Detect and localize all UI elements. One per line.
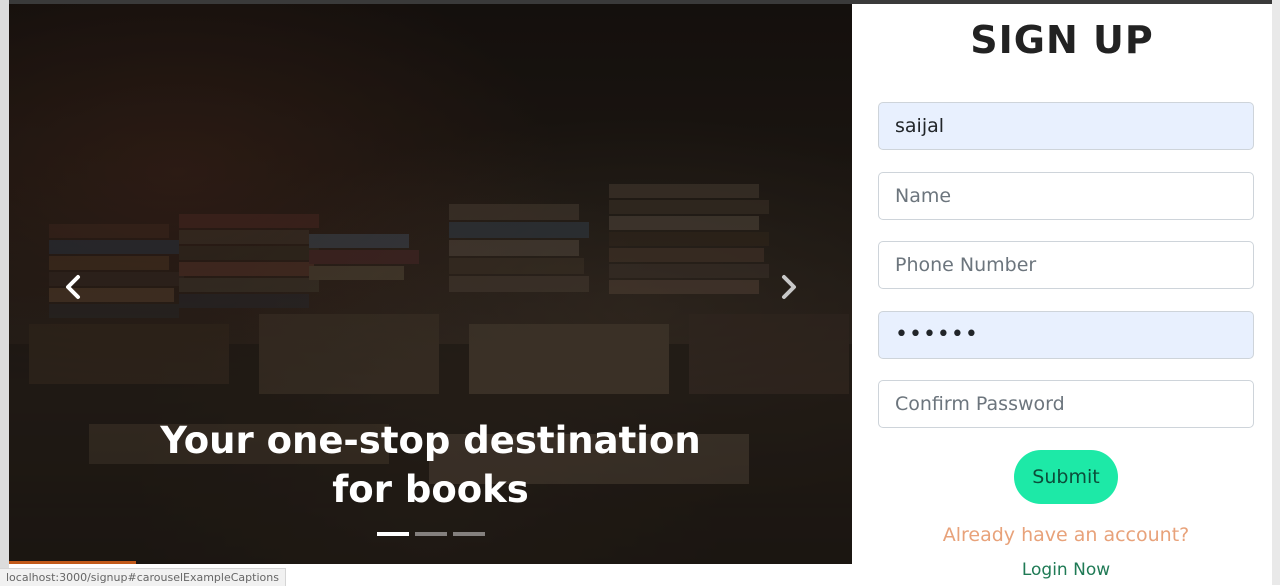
- submit-button[interactable]: Submit: [1014, 450, 1118, 504]
- carousel-indicators: [377, 532, 485, 536]
- confirm-password-field[interactable]: Confirm Password: [878, 380, 1254, 428]
- carousel-caption: Your one-stop destination for books: [160, 419, 701, 511]
- carousel-next-button[interactable]: [771, 269, 807, 305]
- carousel-prev-button[interactable]: [55, 269, 91, 305]
- phone-placeholder: Phone Number: [895, 254, 1037, 276]
- status-accent: [9, 561, 136, 564]
- login-now-link[interactable]: Login Now: [852, 560, 1280, 580]
- signup-title: SIGN UP: [970, 18, 1154, 62]
- carousel-indicator-1[interactable]: [377, 532, 409, 536]
- window-right-border: [1272, 0, 1280, 585]
- phone-number-field[interactable]: Phone Number: [878, 241, 1254, 289]
- books-carousel: Your one-stop destination for books: [9, 4, 852, 564]
- status-url-bar: localhost:3000/signup#carouselExampleCap…: [0, 568, 286, 586]
- confirm-password-placeholder: Confirm Password: [895, 393, 1065, 415]
- signup-panel: SIGN UP saijal Name Phone Number •••••• …: [852, 4, 1272, 585]
- name-placeholder: Name: [895, 185, 952, 207]
- name-field[interactable]: Name: [878, 172, 1254, 220]
- username-value: saijal: [895, 115, 945, 137]
- carousel-indicator-3[interactable]: [453, 532, 485, 536]
- already-have-account-text: Already have an account?: [942, 524, 1190, 546]
- carousel-indicator-2[interactable]: [415, 532, 447, 536]
- chevron-right-icon: [782, 275, 796, 299]
- password-value: ••••••: [895, 322, 979, 347]
- page: Your one-stop destination for books SIGN…: [0, 0, 1280, 586]
- window-left-border: [0, 0, 9, 585]
- chevron-left-icon: [66, 275, 80, 299]
- username-field[interactable]: saijal: [878, 102, 1254, 150]
- password-field[interactable]: ••••••: [878, 311, 1254, 359]
